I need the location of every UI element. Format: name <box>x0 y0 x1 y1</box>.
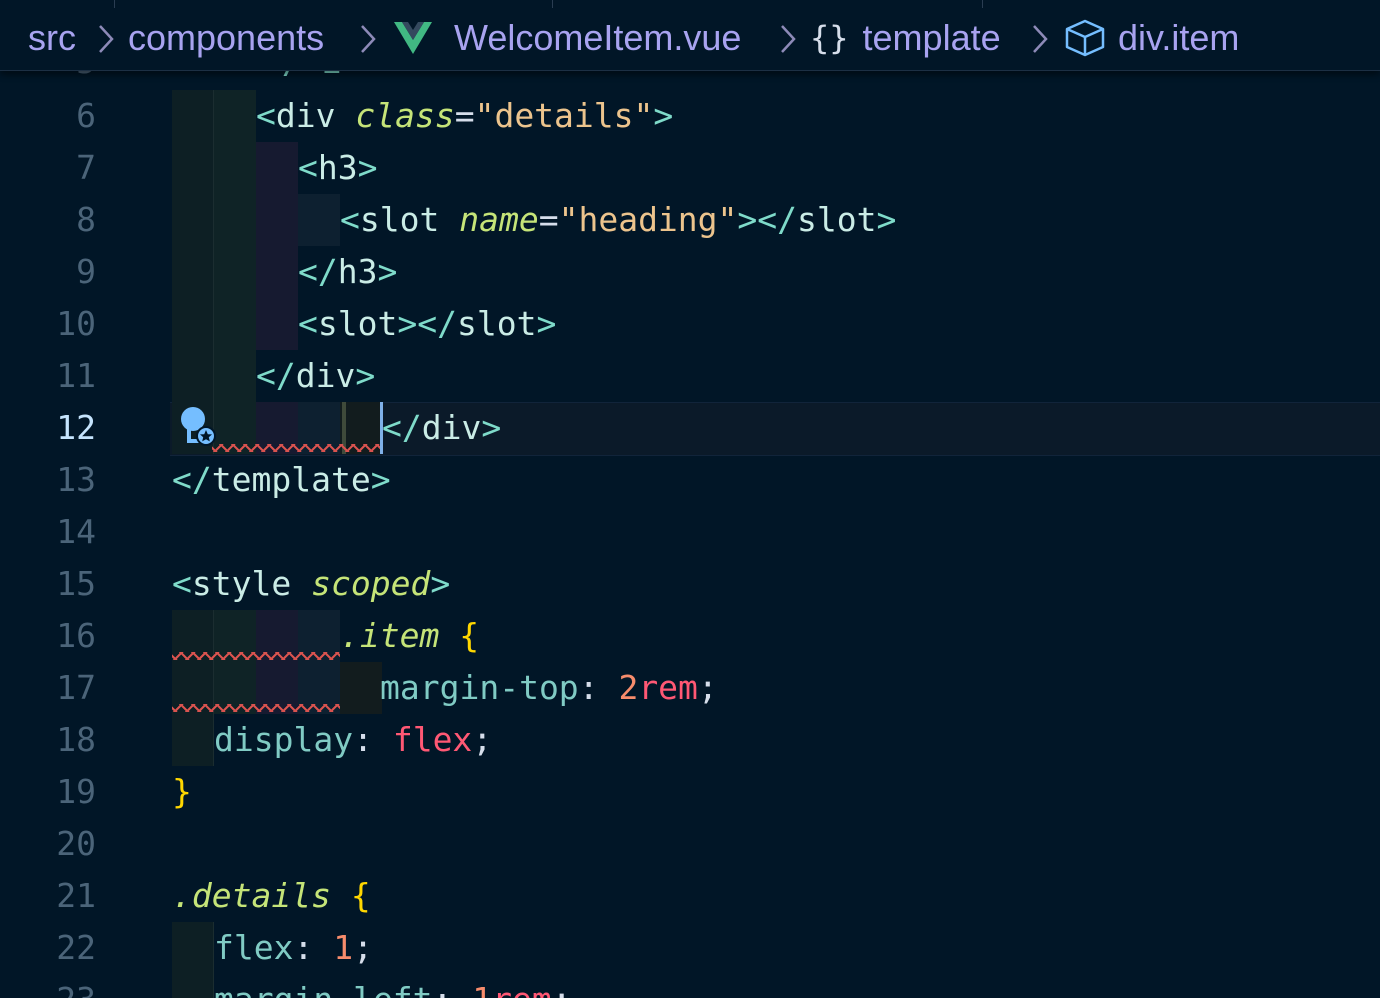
chevron-right-icon <box>1033 25 1048 53</box>
line-number: 23 <box>0 974 96 998</box>
breadcrumb-label: components <box>128 17 325 58</box>
code-line-16: .item { <box>340 616 480 655</box>
code-line-19: } <box>172 772 192 811</box>
cube-icon <box>1065 19 1105 57</box>
line-number: 7 <box>76 148 96 187</box>
line-number: 6 <box>76 96 96 135</box>
line-number: 8 <box>76 200 96 239</box>
chevron-right-icon <box>361 25 376 53</box>
code-line-11: </div> <box>256 356 376 395</box>
code-line-10: <slot></slot> <box>298 304 557 343</box>
breadcrumb-item-src[interactable]: src <box>28 16 76 60</box>
chevron-right-icon <box>99 25 114 53</box>
line-number: 16 <box>56 616 96 655</box>
code-line-6: <div class="details"> <box>256 96 674 135</box>
breadcrumb-label: template <box>862 17 1001 58</box>
code-line-21: .details { <box>172 876 371 915</box>
line-number: 18 <box>56 720 96 759</box>
code-line-22: flex: 1; <box>214 928 373 967</box>
tab-strip-edge <box>0 0 1380 8</box>
line-number: 9 <box>76 252 96 291</box>
line-number: 13 <box>56 460 96 499</box>
code-line-18: display: flex; <box>214 720 493 759</box>
line-number: 17 <box>56 668 96 707</box>
code-line-7: <h3> <box>298 148 378 187</box>
line-number: 21 <box>56 876 96 915</box>
breadcrumb-item-div-item[interactable]: div.item <box>1064 16 1239 60</box>
breadcrumb-label: div.item <box>1118 17 1240 58</box>
code-line-12: </div> <box>382 408 502 447</box>
error-squiggle <box>212 444 380 452</box>
line-number: 15 <box>56 564 96 603</box>
line-number: 20 <box>56 824 96 863</box>
code-line-8: <slot name="heading"></slot> <box>340 200 897 239</box>
breadcrumb-label: WelcomeItem.vue <box>454 17 742 58</box>
line-number: 19 <box>56 772 96 811</box>
breadcrumb: src components WelcomeItem.vue {} templa… <box>0 0 1380 71</box>
code-line-9: </h3> <box>298 252 398 291</box>
chevron-right-icon <box>781 25 796 53</box>
code-line-13: </template> <box>172 460 391 499</box>
breadcrumb-label: src <box>28 17 76 58</box>
line-number: 14 <box>56 512 96 551</box>
error-squiggle <box>172 704 340 712</box>
line-number: 10 <box>56 304 96 343</box>
breadcrumb-item-components[interactable]: components <box>128 16 324 60</box>
code-line-5-partial: </ ı> <box>262 70 361 88</box>
line-number-current: 12 <box>56 408 96 447</box>
code-line-23: margin-left: 1rem; <box>214 974 572 998</box>
code-line-15: <style scoped> <box>172 564 451 603</box>
vue-icon <box>394 22 432 54</box>
braces-icon: {} <box>810 19 849 57</box>
code-line-17: margin-top: 2rem; <box>380 668 718 707</box>
line-number: 5 <box>0 70 96 88</box>
error-squiggle <box>172 652 340 660</box>
breadcrumb-item-template[interactable]: {} template <box>810 16 1001 60</box>
line-number: 22 <box>56 928 96 967</box>
line-number: 11 <box>56 356 96 395</box>
code-editor[interactable]: </ ı> 5 6 7 8 9 10 11 12 13 14 15 16 <box>0 70 1380 998</box>
breadcrumb-item-file[interactable]: WelcomeItem.vue <box>392 16 741 60</box>
